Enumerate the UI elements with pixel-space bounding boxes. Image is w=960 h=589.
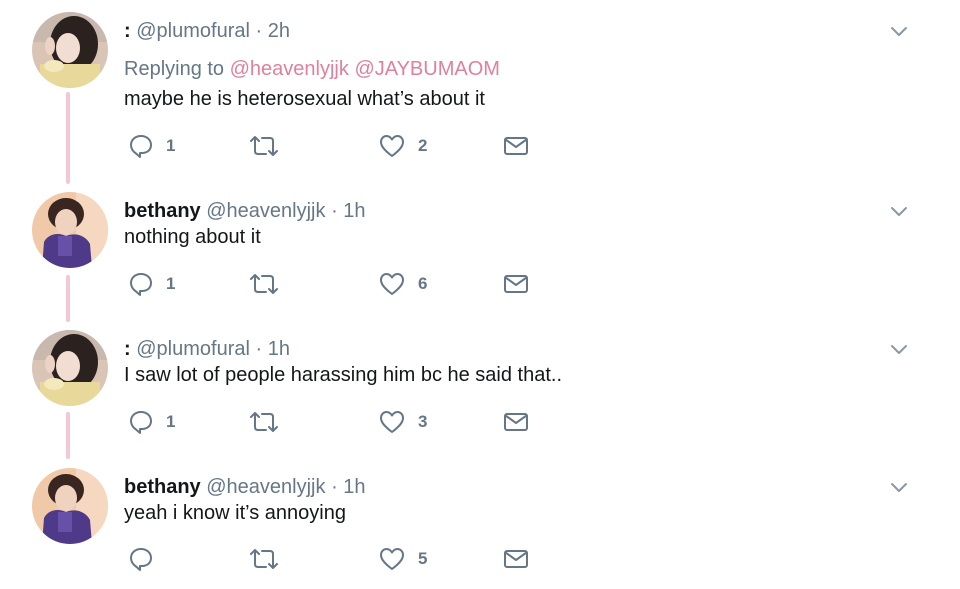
retweet-icon bbox=[248, 546, 280, 572]
user-handle[interactable]: @heavenlyjjk bbox=[206, 200, 325, 222]
display-name[interactable]: bethany bbox=[124, 476, 201, 498]
retweet-button[interactable] bbox=[248, 408, 280, 436]
reply-count: 1 bbox=[166, 136, 176, 155]
direct-message-button[interactable] bbox=[502, 132, 530, 160]
reply-button[interactable]: 1 bbox=[128, 270, 175, 298]
reply-button[interactable] bbox=[128, 545, 166, 573]
tweet-text: nothing about it bbox=[124, 226, 261, 248]
retweet-icon bbox=[248, 409, 280, 435]
chevron-down-icon[interactable] bbox=[888, 200, 910, 222]
direct-message-button[interactable] bbox=[502, 408, 530, 436]
display-name[interactable]: : bbox=[124, 338, 131, 360]
mention-link[interactable]: @JAYBUMAOM bbox=[354, 58, 500, 80]
reply-icon bbox=[128, 133, 154, 159]
timestamp[interactable]: 1h bbox=[343, 476, 365, 498]
reply-button[interactable]: 1 bbox=[128, 408, 175, 436]
tweet[interactable]: : @plumofural · 2h Replying to @heavenly… bbox=[0, 12, 960, 162]
heart-icon bbox=[378, 409, 406, 435]
retweet-button[interactable] bbox=[248, 132, 280, 160]
separator-dot: · bbox=[255, 20, 263, 42]
user-handle[interactable]: @plumofural bbox=[136, 338, 250, 360]
timestamp[interactable]: 2h bbox=[268, 20, 290, 42]
replying-to: Replying to @heavenlyjjk @JAYBUMAOM bbox=[124, 56, 500, 82]
like-button[interactable]: 3 bbox=[378, 408, 427, 436]
direct-message-button[interactable] bbox=[502, 545, 530, 573]
tweet-actions: 1 3 bbox=[124, 408, 564, 436]
retweet-icon bbox=[248, 271, 280, 297]
timestamp[interactable]: 1h bbox=[268, 338, 290, 360]
reply-icon bbox=[128, 546, 154, 572]
separator-dot: · bbox=[331, 476, 338, 498]
tweet-actions: 1 2 bbox=[124, 132, 564, 160]
reply-icon bbox=[128, 409, 154, 435]
user-handle[interactable]: @heavenlyjjk bbox=[206, 476, 325, 498]
avatar[interactable] bbox=[32, 12, 108, 88]
heart-icon bbox=[378, 271, 406, 297]
reply-count: 1 bbox=[166, 274, 176, 293]
direct-message-button[interactable] bbox=[502, 270, 530, 298]
heart-icon bbox=[378, 546, 406, 572]
like-count: 5 bbox=[418, 549, 428, 568]
envelope-icon bbox=[502, 410, 530, 434]
retweet-button[interactable] bbox=[248, 545, 280, 573]
envelope-icon bbox=[502, 547, 530, 571]
tweet-thread: : @plumofural · 2h Replying to @heavenly… bbox=[0, 0, 960, 589]
chevron-down-icon[interactable] bbox=[888, 476, 910, 498]
separator-dot: · bbox=[331, 200, 338, 222]
like-button[interactable]: 5 bbox=[378, 545, 427, 573]
tweet-header: bethany @heavenlyjjk · 1h bbox=[124, 198, 366, 224]
tweet[interactable]: bethany @heavenlyjjk · 1h nothing about … bbox=[0, 192, 960, 312]
display-name[interactable]: bethany bbox=[124, 200, 201, 222]
reply-icon bbox=[128, 271, 154, 297]
mention-link[interactable]: @heavenlyjjk bbox=[230, 58, 349, 80]
like-count: 6 bbox=[418, 274, 428, 293]
tweet-text: maybe he is heterosexual what’s about it bbox=[124, 88, 485, 110]
like-count: 3 bbox=[418, 412, 428, 431]
chevron-down-icon[interactable] bbox=[888, 20, 910, 42]
user-handle[interactable]: @plumofural bbox=[136, 20, 250, 42]
retweet-button[interactable] bbox=[248, 270, 280, 298]
timestamp[interactable]: 1h bbox=[343, 200, 365, 222]
heart-icon bbox=[378, 133, 406, 159]
avatar[interactable] bbox=[32, 330, 108, 406]
avatar[interactable] bbox=[32, 468, 108, 544]
retweet-icon bbox=[248, 133, 280, 159]
chevron-down-icon[interactable] bbox=[888, 338, 910, 360]
tweet[interactable]: bethany @heavenlyjjk · 1h yeah i know it… bbox=[0, 468, 960, 586]
like-button[interactable]: 6 bbox=[378, 270, 427, 298]
reply-button[interactable]: 1 bbox=[128, 132, 175, 160]
tweet-actions: 1 6 bbox=[124, 270, 564, 298]
tweet-actions: 5 bbox=[124, 545, 564, 573]
like-button[interactable]: 2 bbox=[378, 132, 427, 160]
tweet-header: bethany @heavenlyjjk · 1h bbox=[124, 474, 366, 500]
envelope-icon bbox=[502, 134, 530, 158]
tweet-text: yeah i know it’s annoying bbox=[124, 502, 346, 524]
tweet-header: : @plumofural · 1h bbox=[124, 336, 290, 362]
tweet-text: I saw lot of people harassing him bc he … bbox=[124, 364, 563, 386]
like-count: 2 bbox=[418, 136, 428, 155]
tweet[interactable]: : @plumofural · 1h I saw lot of people h… bbox=[0, 330, 960, 450]
separator-dot: · bbox=[255, 338, 263, 360]
tweet-header: : @plumofural · 2h bbox=[124, 18, 290, 44]
replying-to-label: Replying to bbox=[124, 58, 225, 80]
envelope-icon bbox=[502, 272, 530, 296]
reply-count: 1 bbox=[166, 412, 176, 431]
display-name[interactable]: : bbox=[124, 20, 131, 42]
avatar[interactable] bbox=[32, 192, 108, 268]
